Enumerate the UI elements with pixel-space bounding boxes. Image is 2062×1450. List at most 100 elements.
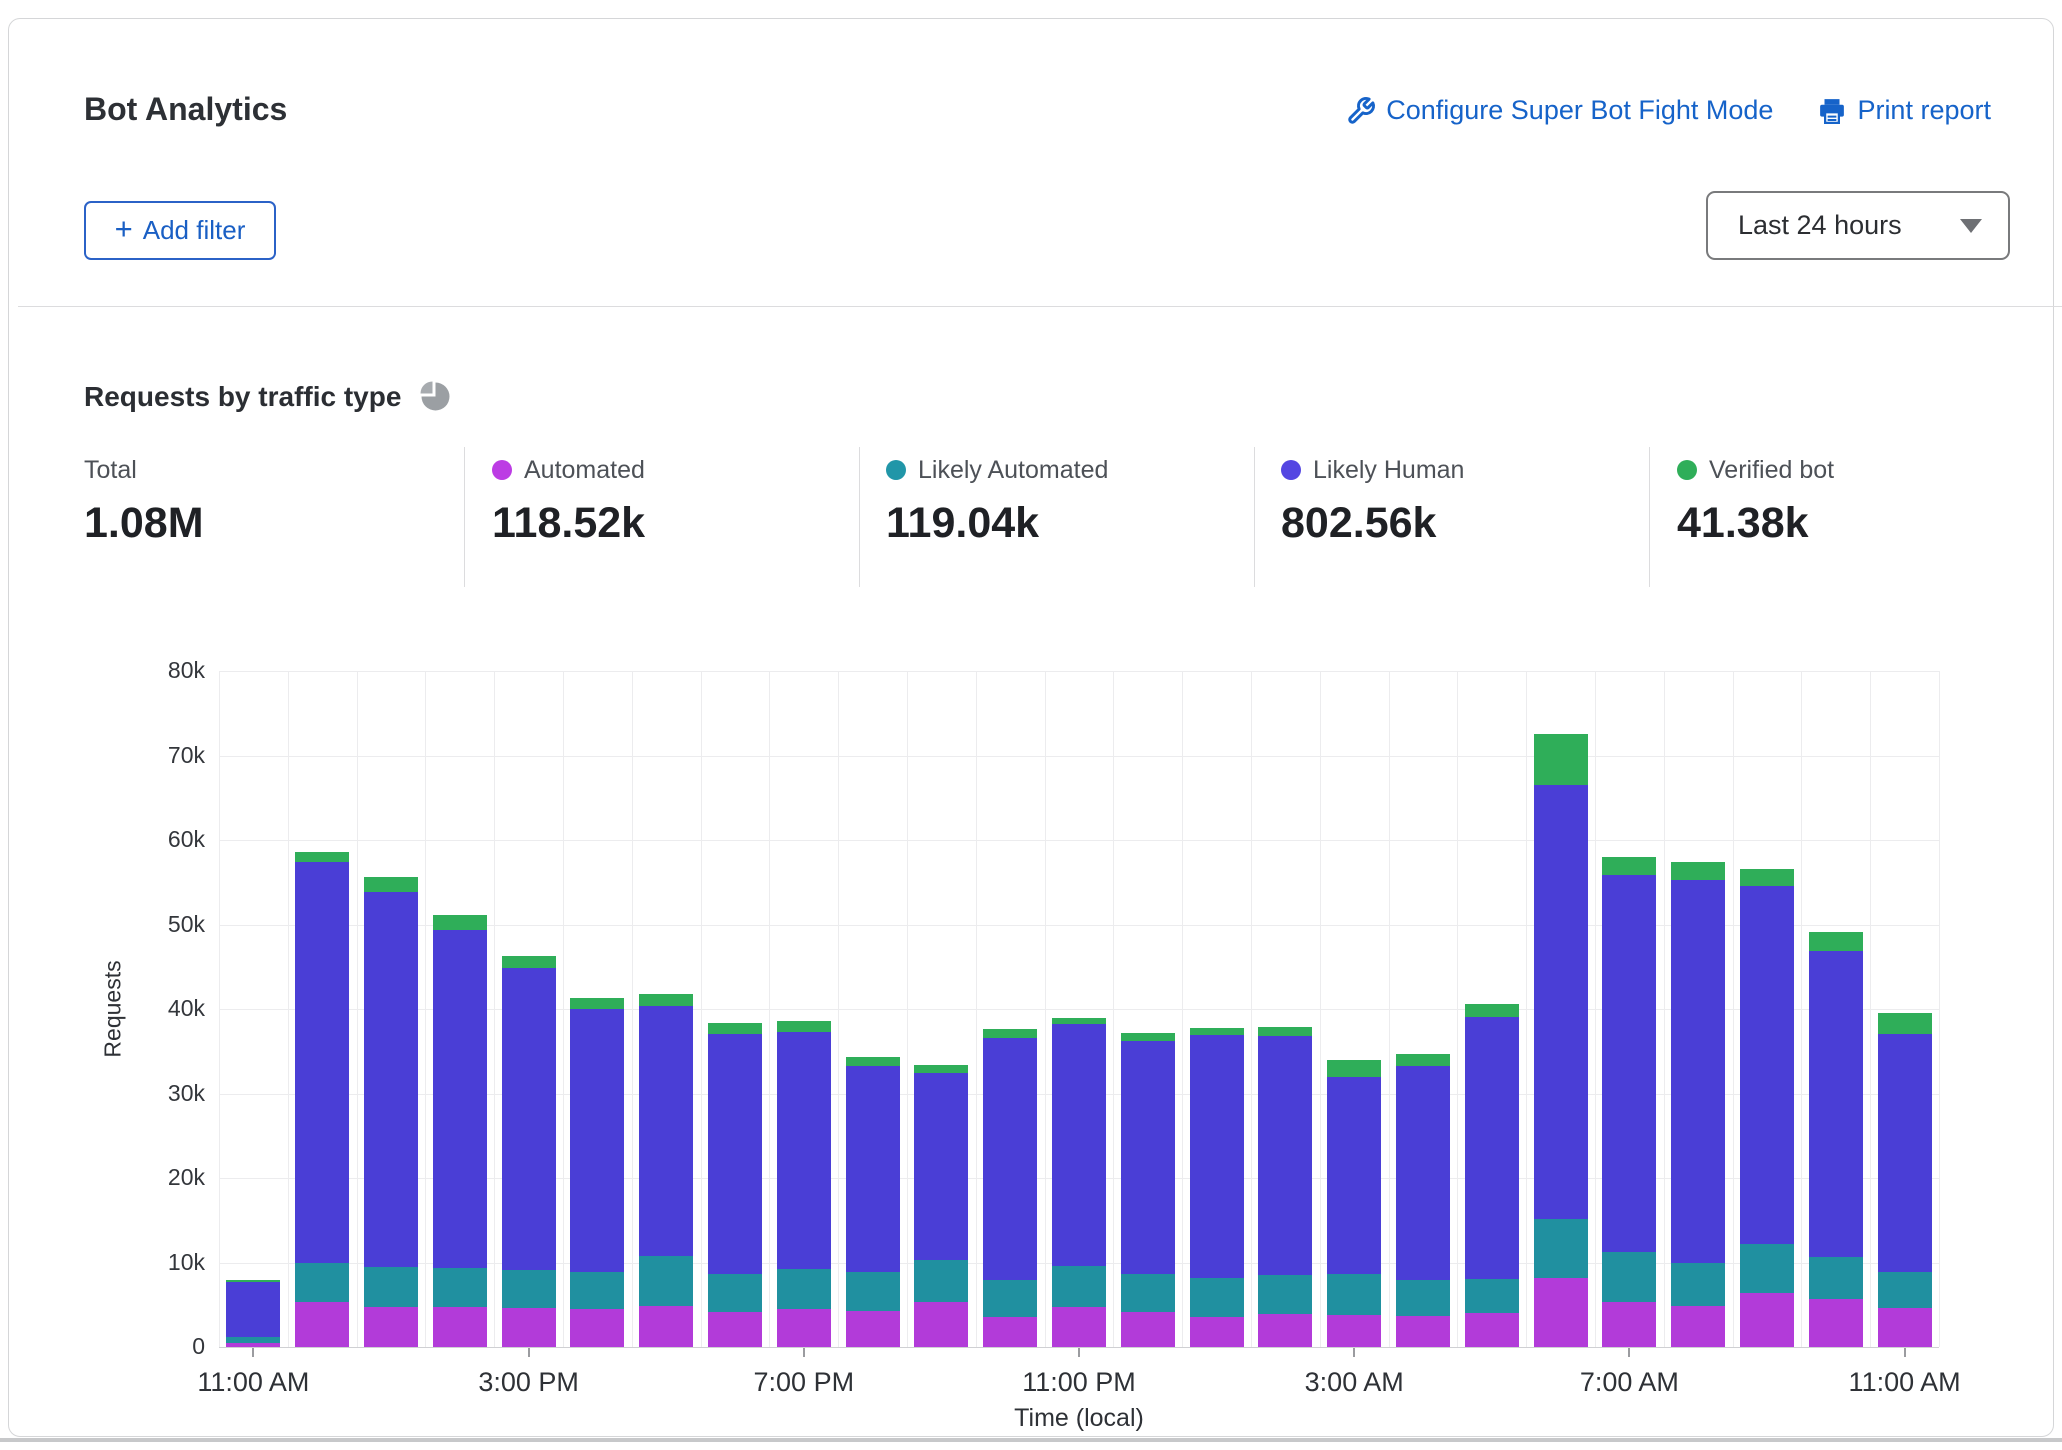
bar-segment-automated (226, 1343, 280, 1347)
bar-segment-automated (433, 1307, 487, 1347)
bar-segment-likely-human (1327, 1077, 1381, 1274)
stat-value: 119.04k (886, 499, 1108, 548)
bar-segment-likely-human (846, 1066, 900, 1272)
horizontal-gridline (219, 671, 1939, 672)
y-tick-label: 10k (65, 1249, 205, 1276)
bar-segment-likely-human (1671, 880, 1725, 1264)
chart-bar-3[interactable] (433, 915, 487, 1347)
chart-bar-2[interactable] (364, 877, 418, 1347)
bar-segment-verified-bot (1190, 1028, 1244, 1036)
legend-dot-automated (492, 460, 512, 480)
chart-bar-5[interactable] (570, 998, 624, 1347)
chart-bar-6[interactable] (639, 994, 693, 1347)
bar-segment-automated (914, 1302, 968, 1347)
bar-segment-likely-automated (295, 1263, 349, 1302)
bottom-divider (0, 1438, 2062, 1442)
stat-label: Verified bot (1709, 456, 1834, 485)
chart-bar-17[interactable] (1396, 1054, 1450, 1347)
bar-segment-verified-bot (1258, 1027, 1312, 1036)
bar-segment-likely-human (1052, 1024, 1106, 1266)
y-tick-label: 0 (65, 1333, 205, 1360)
bar-segment-likely-automated (1052, 1266, 1106, 1307)
print-report-link[interactable]: Print report (1817, 95, 1991, 126)
chart-bar-22[interactable] (1740, 869, 1794, 1347)
chart-bar-21[interactable] (1671, 862, 1725, 1347)
bar-segment-likely-human (364, 892, 418, 1267)
configure-super-bot-fight-mode-link[interactable]: Configure Super Bot Fight Mode (1346, 95, 1773, 126)
chart-bar-16[interactable] (1327, 1060, 1381, 1347)
bar-segment-likely-automated (1396, 1280, 1450, 1316)
chart-bar-0[interactable] (226, 1280, 280, 1347)
chart-bar-19[interactable] (1534, 734, 1588, 1347)
add-filter-button[interactable]: + Add filter (84, 201, 276, 260)
bar-segment-automated (1602, 1302, 1656, 1347)
x-axis-title: Time (local) (1014, 1404, 1144, 1433)
x-tick-mark (803, 1348, 805, 1357)
x-tick-mark (252, 1348, 254, 1357)
stat-label: Likely Human (1313, 456, 1464, 485)
time-range-dropdown[interactable]: Last 24 hours (1706, 191, 2010, 260)
bar-segment-verified-bot (708, 1023, 762, 1034)
bar-segment-verified-bot (295, 852, 349, 862)
wrench-icon (1346, 96, 1376, 126)
stat-divider (1649, 447, 1650, 587)
bar-segment-automated (1878, 1308, 1932, 1347)
chart-bar-20[interactable] (1602, 857, 1656, 1347)
stat-label: Automated (524, 456, 645, 485)
bar-segment-automated (1671, 1306, 1725, 1347)
legend-dot-likely-automated (886, 460, 906, 480)
bar-segment-likely-automated (639, 1256, 693, 1306)
stat-value: 1.08M (84, 499, 204, 548)
chart-bar-7[interactable] (708, 1023, 762, 1347)
stat-likely-human: Likely Human 802.56k (1281, 455, 1464, 548)
chart-bar-14[interactable] (1190, 1028, 1244, 1347)
bar-segment-likely-human (1878, 1034, 1932, 1272)
chart-bar-1[interactable] (295, 852, 349, 1347)
bar-segment-likely-human (570, 1009, 624, 1272)
bar-segment-automated (364, 1307, 418, 1347)
chart-bar-4[interactable] (502, 956, 556, 1347)
x-tick-mark (528, 1348, 530, 1357)
bar-segment-automated (1465, 1313, 1519, 1347)
bar-segment-likely-automated (1809, 1257, 1863, 1298)
chart-bar-10[interactable] (914, 1065, 968, 1347)
bar-segment-likely-human (639, 1006, 693, 1255)
chart-plot-area (219, 671, 1939, 1347)
bar-segment-likely-automated (708, 1274, 762, 1312)
stat-verified-bot: Verified bot 41.38k (1677, 455, 1834, 548)
configure-link-label: Configure Super Bot Fight Mode (1386, 95, 1773, 126)
x-tick-label: 3:00 AM (1305, 1367, 1404, 1398)
stat-divider (859, 447, 860, 587)
bar-segment-likely-human (1465, 1017, 1519, 1279)
chart-bar-9[interactable] (846, 1057, 900, 1347)
chart-bar-23[interactable] (1809, 932, 1863, 1347)
bar-segment-likely-automated (1740, 1244, 1794, 1293)
chart-bar-11[interactable] (983, 1029, 1037, 1347)
chart-bar-13[interactable] (1121, 1033, 1175, 1347)
x-tick-label: 7:00 PM (754, 1367, 855, 1398)
bar-segment-verified-bot (1121, 1033, 1175, 1042)
chart-bar-12[interactable] (1052, 1018, 1106, 1347)
bar-segment-verified-bot (570, 998, 624, 1009)
stat-divider (464, 447, 465, 587)
bar-segment-likely-automated (1602, 1252, 1656, 1302)
stat-value: 118.52k (492, 499, 645, 548)
chart-bar-18[interactable] (1465, 1004, 1519, 1347)
bar-segment-verified-bot (1809, 932, 1863, 951)
bar-segment-likely-human (502, 968, 556, 1271)
y-tick-label: 70k (65, 742, 205, 769)
x-tick-label: 11:00 AM (1849, 1367, 1961, 1398)
chart-bar-24[interactable] (1878, 1013, 1932, 1347)
bar-segment-likely-automated (1190, 1278, 1244, 1318)
bar-segment-likely-automated (1671, 1263, 1725, 1306)
bar-segment-likely-human (777, 1032, 831, 1269)
chart-bar-8[interactable] (777, 1021, 831, 1347)
chart-bar-15[interactable] (1258, 1027, 1312, 1347)
chevron-down-icon (1960, 219, 1982, 233)
bar-segment-automated (570, 1309, 624, 1347)
bar-segment-verified-bot (1878, 1013, 1932, 1033)
bar-segment-likely-automated (502, 1270, 556, 1308)
stat-likely-automated: Likely Automated 119.04k (886, 455, 1108, 548)
bar-segment-verified-bot (1396, 1054, 1450, 1066)
bar-segment-verified-bot (639, 994, 693, 1007)
